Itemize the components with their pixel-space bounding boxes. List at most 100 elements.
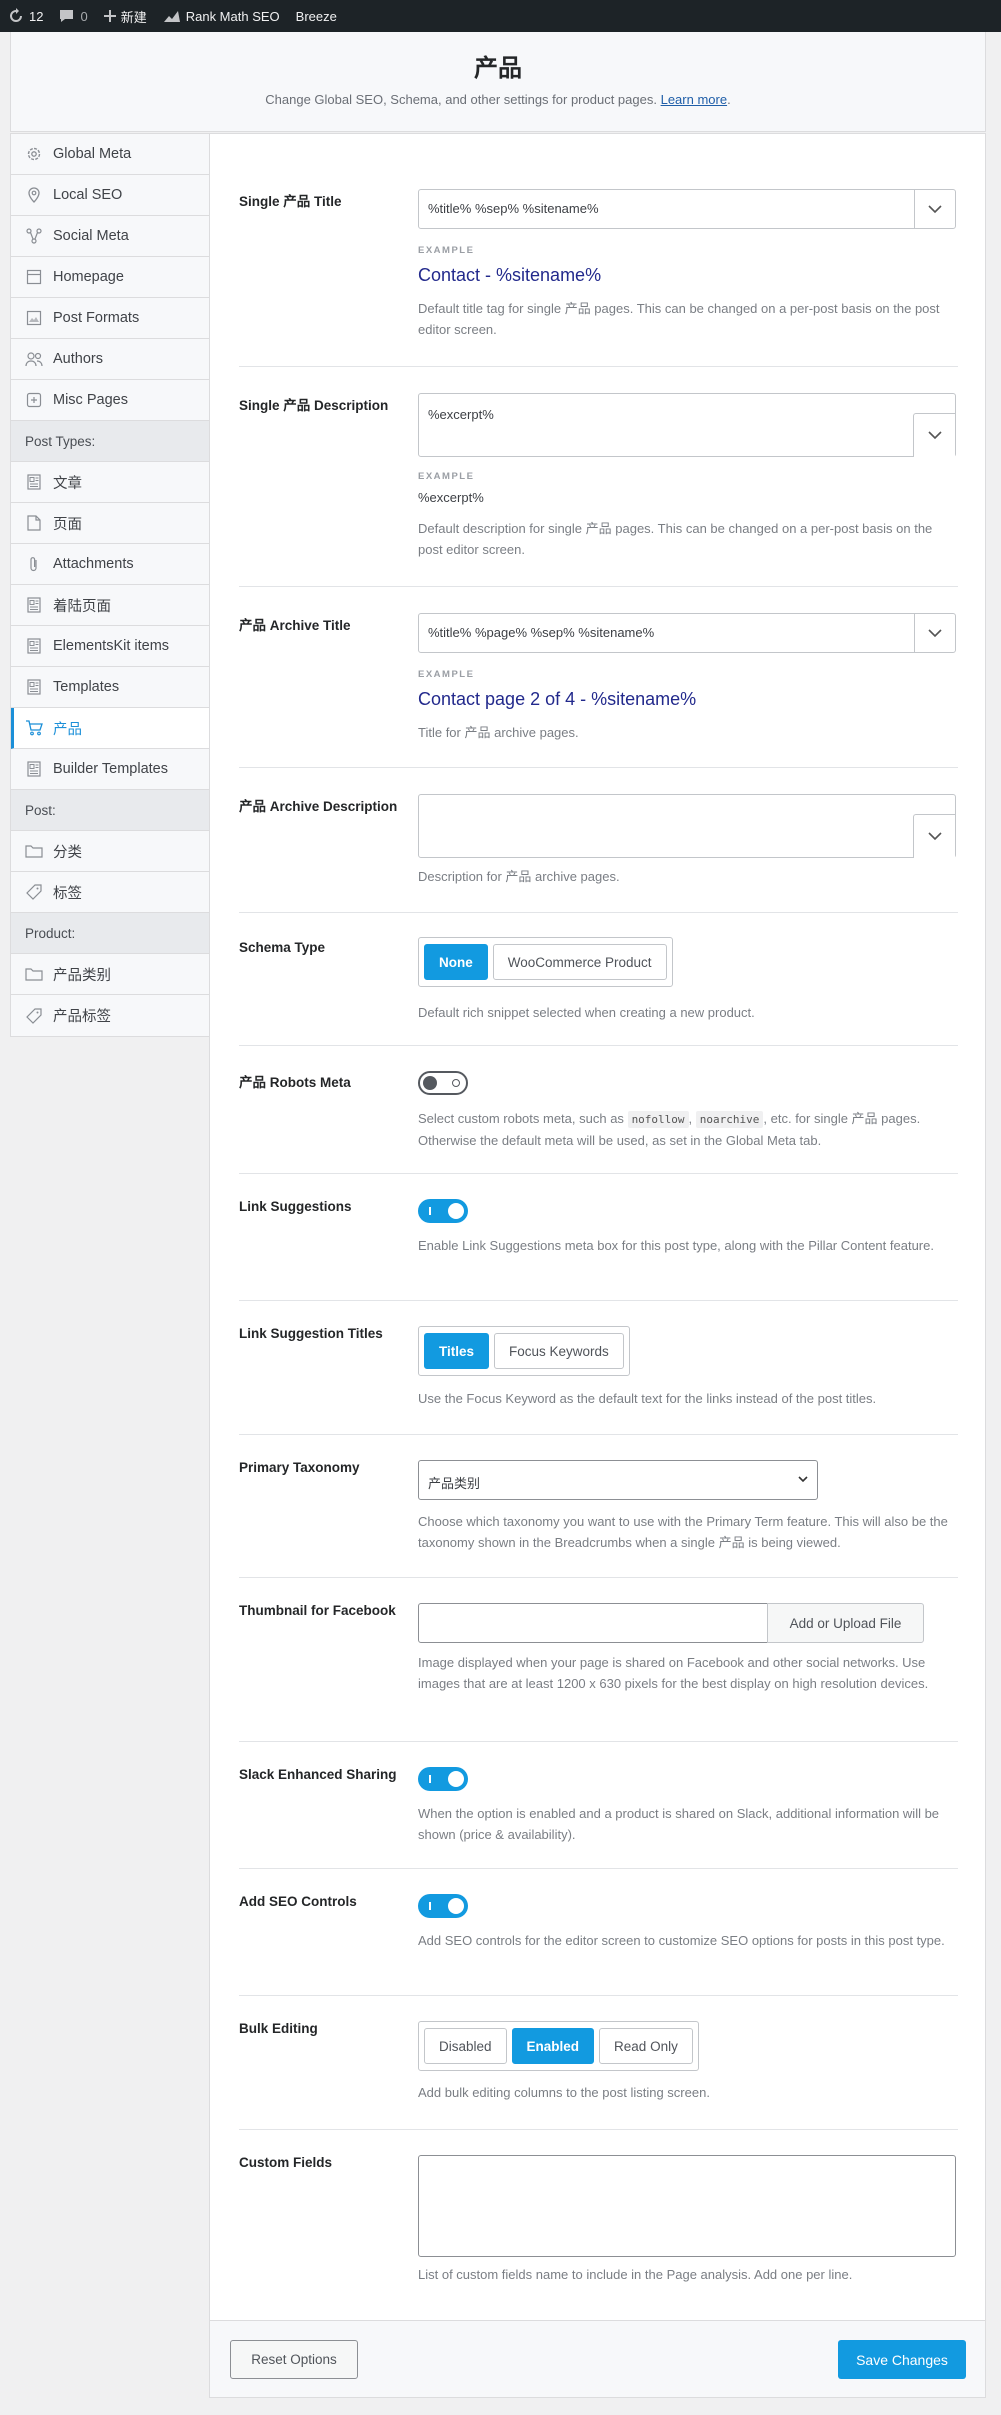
setting-label: 产品 Robots Meta bbox=[239, 1075, 351, 1090]
bulk-read-only-button[interactable]: Read Only bbox=[599, 2028, 693, 2064]
sidebar-item-global-meta[interactable]: Global Meta bbox=[11, 134, 209, 175]
sidebar-item-category[interactable]: 分类 bbox=[11, 831, 209, 872]
setting-archive-description: 产品 Archive Description Description for 产… bbox=[239, 768, 958, 913]
facebook-thumbnail-input[interactable] bbox=[418, 1603, 768, 1643]
link-suggestions-toggle[interactable] bbox=[418, 1199, 468, 1223]
settings-footer: Reset Options Save Changes bbox=[210, 2320, 985, 2397]
titles-button[interactable]: Titles bbox=[424, 1333, 490, 1369]
bulk-disabled-button[interactable]: Disabled bbox=[424, 2028, 507, 2064]
seo-controls-toggle[interactable] bbox=[418, 1894, 468, 1918]
sidebar-section-post-types: Post Types: bbox=[11, 421, 209, 462]
gear-icon bbox=[25, 145, 43, 163]
setting-link-suggestion-titles: Link Suggestion Titles Titles Focus Keyw… bbox=[239, 1301, 958, 1435]
single-title-input[interactable]: %title% %sep% %sitename% bbox=[418, 189, 956, 229]
setting-description: Default title tag for single 产品 pages. T… bbox=[418, 301, 940, 337]
page-header: 产品 Change Global SEO, Schema, and other … bbox=[10, 32, 986, 132]
new-content-menu[interactable]: 新建 bbox=[96, 0, 155, 32]
example-value: Contact page 2 of 4 - %sitename% bbox=[418, 689, 697, 709]
admin-bar: 12 0 新建 Rank Math SEO Breeze bbox=[0, 0, 1001, 32]
setting-single-description: Single 产品 Description %excerpt% EXAMPLE … bbox=[239, 367, 958, 587]
setting-label: Thumbnail for Facebook bbox=[239, 1603, 396, 1618]
setting-thumbnail-facebook: Thumbnail for Facebook Add or Upload Fil… bbox=[239, 1578, 958, 1742]
bulk-enabled-button[interactable]: Enabled bbox=[511, 2028, 595, 2064]
setting-label: 产品 Archive Description bbox=[239, 799, 398, 814]
primary-taxonomy-select[interactable]: 产品类别 bbox=[418, 1460, 818, 1500]
setting-archive-title: 产品 Archive Title %title% %page% %sep% %s… bbox=[239, 587, 958, 768]
sidebar-section-product: Product: bbox=[11, 913, 209, 954]
archive-description-input[interactable] bbox=[418, 794, 956, 858]
chevron-down-icon bbox=[928, 628, 942, 637]
single-description-input[interactable]: %excerpt% bbox=[418, 393, 956, 457]
sidebar-item-product-category[interactable]: 产品类别 bbox=[11, 954, 209, 995]
robots-meta-toggle[interactable] bbox=[418, 1071, 468, 1095]
custom-fields-textarea[interactable] bbox=[418, 2155, 956, 2257]
example-label: EXAMPLE bbox=[418, 669, 475, 680]
sidebar-section-post: Post: bbox=[11, 790, 209, 831]
sidebar-item-post[interactable]: 文章 bbox=[11, 462, 209, 503]
setting-label: Custom Fields bbox=[239, 2155, 333, 2170]
sidebar-item-authors[interactable]: Authors bbox=[11, 339, 209, 380]
setting-bulk-editing: Bulk Editing Disabled Enabled Read Only … bbox=[239, 1996, 958, 2130]
variables-dropdown-button[interactable] bbox=[913, 814, 955, 858]
sidebar-item-elementskit-items[interactable]: ElementsKit items bbox=[11, 626, 209, 667]
example-label: EXAMPLE bbox=[418, 245, 475, 256]
example-label: EXAMPLE bbox=[418, 471, 475, 482]
variables-dropdown-button[interactable] bbox=[914, 614, 955, 652]
save-changes-button[interactable]: Save Changes bbox=[838, 2340, 966, 2379]
example-value: Contact - %sitename% bbox=[418, 265, 602, 285]
focus-keywords-button[interactable]: Focus Keywords bbox=[494, 1333, 624, 1369]
setting-description: Image displayed when your page is shared… bbox=[418, 1655, 929, 1691]
slack-sharing-toggle[interactable] bbox=[418, 1767, 468, 1791]
home-icon bbox=[25, 268, 43, 286]
folder-icon bbox=[25, 965, 43, 983]
add-upload-file-button[interactable]: Add or Upload File bbox=[767, 1603, 924, 1643]
sidebar-item-homepage[interactable]: Homepage bbox=[11, 257, 209, 298]
code-nofollow: nofollow bbox=[627, 1111, 689, 1128]
setting-label: 产品 Archive Title bbox=[239, 618, 351, 633]
users-icon bbox=[25, 350, 43, 368]
schema-none-button[interactable]: None bbox=[424, 944, 488, 980]
setting-seo-controls: Add SEO Controls Add SEO controls for th… bbox=[239, 1869, 958, 1996]
chevron-down-icon bbox=[927, 431, 942, 440]
sidebar-item-product[interactable]: 产品 bbox=[11, 708, 212, 749]
chevron-down-icon bbox=[798, 1476, 808, 1483]
variables-dropdown-button[interactable] bbox=[914, 190, 955, 228]
post-icon bbox=[25, 760, 43, 778]
setting-label: Link Suggestion Titles bbox=[239, 1326, 383, 1341]
setting-description: Default rich snippet selected when creat… bbox=[418, 1005, 755, 1020]
chevron-down-icon bbox=[928, 204, 942, 213]
breeze-menu[interactable]: Breeze bbox=[288, 0, 345, 32]
bulk-editing-toggle-group: Disabled Enabled Read Only bbox=[418, 2021, 699, 2071]
updates-icon bbox=[8, 8, 24, 24]
setting-description: Description for 产品 archive pages. bbox=[418, 869, 620, 884]
sidebar-item-landing-pages[interactable]: 着陆页面 bbox=[11, 585, 209, 626]
updates-menu[interactable]: 12 bbox=[0, 0, 51, 32]
setting-description: Default description for single 产品 pages.… bbox=[418, 521, 933, 557]
rankmath-menu[interactable]: Rank Math SEO bbox=[155, 0, 288, 32]
sidebar-item-attachments[interactable]: Attachments bbox=[11, 544, 209, 585]
sidebar-item-local-seo[interactable]: Local SEO bbox=[11, 175, 209, 216]
reset-options-button[interactable]: Reset Options bbox=[230, 2340, 358, 2379]
setting-description: Choose which taxonomy you want to use wi… bbox=[418, 1514, 948, 1550]
sidebar-item-misc-pages[interactable]: Misc Pages bbox=[11, 380, 209, 421]
page-description: Change Global SEO, Schema, and other set… bbox=[265, 92, 731, 107]
sidebar-item-builder-templates[interactable]: Builder Templates bbox=[11, 749, 209, 790]
setting-description: Title for 产品 archive pages. bbox=[418, 725, 579, 740]
setting-label: Schema Type bbox=[239, 940, 326, 955]
sidebar-item-social-meta[interactable]: Social Meta bbox=[11, 216, 209, 257]
sidebar-item-page[interactable]: 页面 bbox=[11, 503, 209, 544]
post-icon bbox=[25, 596, 43, 614]
schema-woocommerce-product-button[interactable]: WooCommerce Product bbox=[492, 944, 667, 980]
setting-description: Use the Focus Keyword as the default tex… bbox=[418, 1391, 877, 1406]
sidebar-item-product-tag[interactable]: 产品标签 bbox=[11, 995, 209, 1036]
sidebar-item-post-formats[interactable]: Post Formats bbox=[11, 298, 209, 339]
sidebar-item-templates[interactable]: Templates bbox=[11, 667, 209, 708]
variables-dropdown-button[interactable] bbox=[913, 413, 955, 457]
setting-description: List of custom fields name to include in… bbox=[418, 2267, 853, 2282]
setting-label: Slack Enhanced Sharing bbox=[239, 1767, 397, 1782]
page-title: 产品 bbox=[474, 55, 522, 82]
sidebar-item-tag[interactable]: 标签 bbox=[11, 872, 209, 913]
learn-more-link[interactable]: Learn more bbox=[661, 92, 727, 107]
comments-menu[interactable]: 0 bbox=[51, 0, 95, 32]
archive-title-input[interactable]: %title% %page% %sep% %sitename% bbox=[418, 613, 956, 653]
